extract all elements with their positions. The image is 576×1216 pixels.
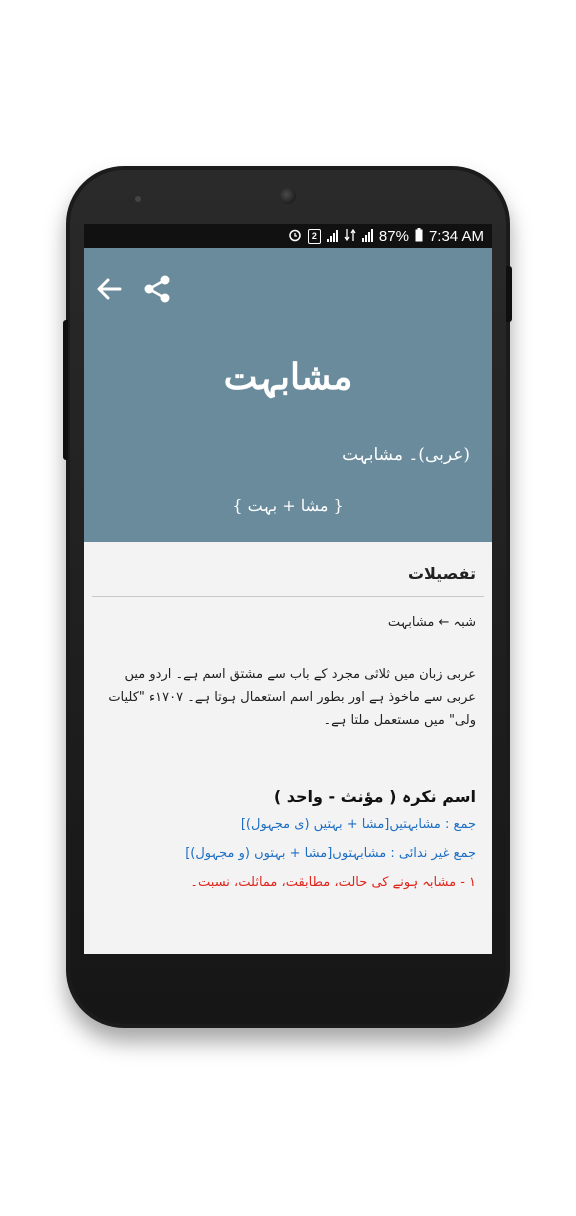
phone-sensor (135, 196, 141, 202)
word-origin: (عربی)۔ مشابہت (342, 445, 470, 465)
battery-percent: 87% (378, 227, 409, 245)
back-button[interactable] (94, 274, 124, 304)
word-family: شبہ ← مشابہت (387, 615, 476, 630)
word-title: مشابہت (223, 356, 353, 398)
meaning-item: ۱ - مشابہ ہونے کی حالت، مطابقت، مماثلت، … (190, 875, 476, 890)
word-breakdown: { مشا + بہت } (232, 496, 344, 515)
app-screen: 2 87% 7:34 AM مشابہت (عربی)۔ مشابہت { مش… (84, 224, 492, 954)
phone-camera (280, 188, 296, 204)
plural-oblique-form: جمع غیر ندائی : مشابہتوں[مشا + بہتوں (و … (185, 846, 476, 861)
part-of-speech: اسم نکرہ ( مؤنث - واحد ) (273, 787, 476, 806)
alarm-icon (288, 228, 302, 245)
etymology-paragraph: عربی زبان میں ثلاثی مجرد کے باب سے مشتق … (108, 667, 476, 728)
signal-icon (326, 230, 338, 242)
word-header: مشابہت (عربی)۔ مشابہت { مشا + بہت } (84, 248, 492, 542)
section-title: تفصیلات (407, 564, 476, 583)
phone-power-button (506, 266, 512, 322)
phone-volume-button (63, 320, 68, 460)
signal-icon-2 (361, 229, 373, 242)
back-arrow-icon (97, 278, 122, 300)
share-icon (144, 275, 170, 303)
data-icon (344, 228, 356, 245)
details-section: تفصیلات شبہ ← مشابہت عربی زبان میں ثلاثی… (84, 542, 492, 890)
sim-icon: 2 (307, 228, 321, 244)
battery-icon (415, 227, 423, 245)
clock: 7:34 AM (428, 227, 484, 245)
plural-form: جمع : مشابہتیں[مشا + بہتیں (ی مجہول)] (240, 817, 476, 832)
status-bar: 2 87% 7:34 AM (84, 224, 492, 248)
share-button[interactable] (142, 274, 172, 304)
